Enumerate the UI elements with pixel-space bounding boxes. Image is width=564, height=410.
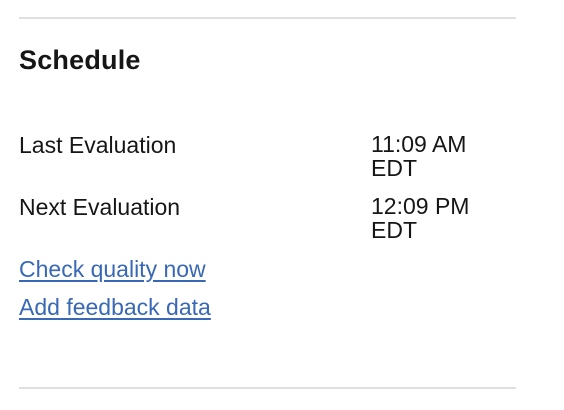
section-title: Schedule	[19, 45, 141, 75]
last-evaluation-label: Last Evaluation	[19, 132, 177, 158]
bottom-divider	[19, 387, 516, 389]
next-evaluation-zone: EDT	[371, 217, 417, 243]
top-divider	[19, 17, 516, 19]
last-evaluation-zone: EDT	[371, 155, 417, 181]
last-evaluation-time: 11:09 AM	[371, 131, 467, 157]
last-evaluation-value: 11:09 AM EDT	[371, 132, 511, 180]
last-evaluation-row: Last Evaluation 11:09 AM EDT	[19, 132, 516, 184]
check-quality-link[interactable]: Check quality now	[19, 255, 206, 283]
next-evaluation-value: 12:09 PM EDT	[371, 194, 511, 242]
next-evaluation-time: 12:09 PM	[371, 193, 470, 219]
add-feedback-link[interactable]: Add feedback data	[19, 293, 211, 321]
next-evaluation-label: Next Evaluation	[19, 194, 181, 220]
next-evaluation-row: Next Evaluation 12:09 PM EDT	[19, 194, 516, 246]
